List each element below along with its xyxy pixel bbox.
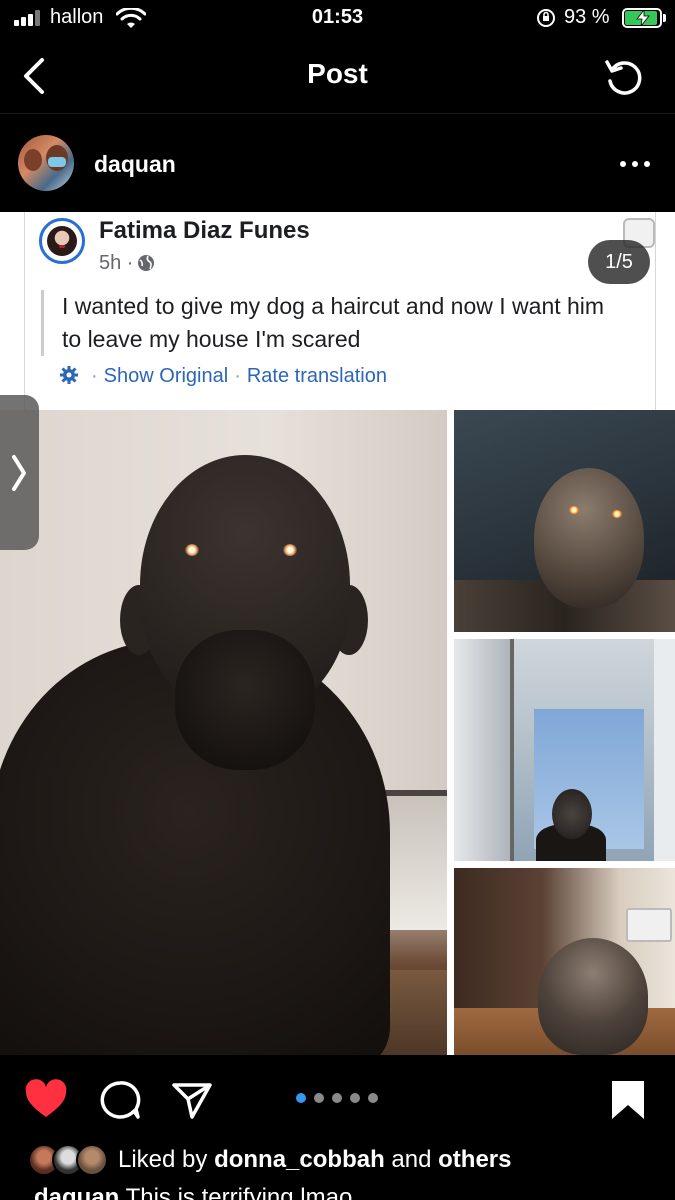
post-media[interactable]: Fatima Diaz Funes 5h · I wanted to give … [0,212,675,1055]
show-original-link: Show Original [103,365,229,387]
post-header: daquan [0,115,675,212]
side-panel-handle[interactable] [0,395,39,550]
translation-separator: · [91,365,98,387]
embedded-avatar [39,218,85,264]
carousel-dot [332,1093,342,1103]
carousel-counter: 1/5 [588,240,650,284]
likes-row: Liked by donna_cobbah and others [0,1140,675,1182]
caption-username[interactable]: daquan [34,1184,119,1200]
dog-photo-door [454,639,675,861]
bookmark-filled-icon[interactable] [606,1079,650,1121]
carousel-indicator [296,1093,380,1105]
embedded-post-card: Fatima Diaz Funes 5h · I wanted to give … [24,212,656,410]
carousel-dot [296,1093,306,1103]
embedded-text: I wanted to give my dog a haircut and no… [41,290,627,356]
avatar[interactable] [18,135,74,191]
dog-photo-closeup [454,868,675,1055]
battery-charging-icon [622,8,662,28]
more-horizontal-icon[interactable] [620,159,650,169]
nav-bar: Post [0,38,675,114]
post-username[interactable]: daquan [94,151,176,178]
liker-avatars[interactable] [28,1144,110,1176]
carousel-dot [350,1093,360,1103]
chevron-right-icon [12,455,26,491]
rate-translation-link: Rate translation [246,365,387,387]
orientation-lock-icon [537,9,555,27]
likes-and: and [391,1146,432,1173]
likes-others-link[interactable]: others [438,1146,511,1173]
carousel-dot [368,1093,378,1103]
globe-icon [138,255,155,271]
translation-bar: · Show Original · Rate translation [59,365,387,388]
page-title: Post [307,58,368,89]
battery-nub [663,14,666,22]
embedded-meta: 5h · [99,252,155,275]
status-bar: hallon 01:53 93 % [0,0,675,38]
refresh-icon[interactable] [603,56,645,98]
battery-percent: 93 % [564,6,610,28]
action-bar [0,1055,675,1140]
embedded-author: Fatima Diaz Funes [99,217,310,244]
dog-photo-main [0,410,447,1055]
caption-text: This is terrifying lmao [125,1184,353,1200]
gear-icon [60,366,78,384]
dog-photo-dark [454,410,675,632]
heart-filled-icon[interactable] [24,1079,68,1121]
comment-icon[interactable] [98,1079,142,1121]
liker-username[interactable]: donna_cobbah [214,1146,385,1173]
likes-prefix: Liked by [118,1146,208,1173]
carousel-dot [314,1093,324,1103]
likes-text: Liked by donna_cobbah and others [118,1146,511,1174]
translation-separator: · [234,365,241,387]
embedded-time: 5h · [99,252,134,274]
send-icon[interactable] [170,1079,214,1121]
caption: daquan This is terrifying lmao [34,1184,352,1200]
